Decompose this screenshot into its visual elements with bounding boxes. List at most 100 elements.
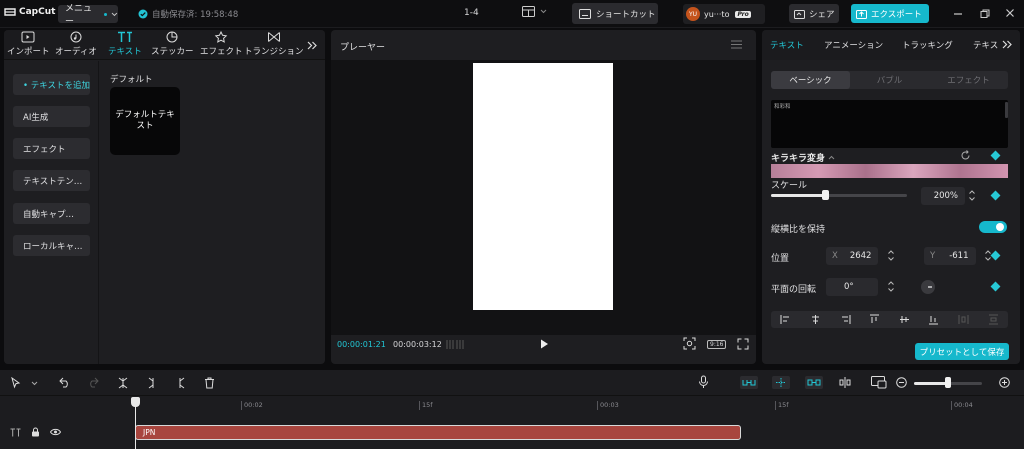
trash-icon[interactable] xyxy=(204,377,215,389)
rotation-dial-icon[interactable] xyxy=(920,279,936,295)
tab-effect[interactable]: エフェクト xyxy=(200,31,243,57)
tab-tracking[interactable]: トラッキング xyxy=(902,39,953,51)
user-account-button[interactable]: YU yu···to Pro xyxy=(683,4,765,24)
autosave-text: 自動保存済: 19:58:48 xyxy=(152,10,239,20)
side-ai-generate[interactable]: AI生成 xyxy=(13,106,90,127)
position-y-field[interactable]: Y -611 xyxy=(924,247,976,265)
eye-icon[interactable] xyxy=(50,428,61,436)
picture-in-picture-icon[interactable] xyxy=(871,376,887,389)
side-effects[interactable]: エフェクト xyxy=(13,138,90,159)
share-button[interactable]: シェア xyxy=(789,4,839,23)
keyframe-diamond-icon[interactable] xyxy=(990,281,1001,292)
zoom-out-icon[interactable] xyxy=(896,377,907,388)
align-bottom-icon[interactable] xyxy=(928,314,939,325)
aspect-ratio-badge[interactable]: 9:16 xyxy=(707,340,727,349)
redo-icon[interactable] xyxy=(87,377,99,388)
tab-effect-label: エフェクト xyxy=(200,47,243,57)
tab-audio[interactable]: オーディオ xyxy=(55,31,97,57)
keyframe-diamond-icon[interactable] xyxy=(990,250,1001,261)
property-tabs: テキスト アニメーション トラッキング テキス xyxy=(762,30,1020,60)
time-ruler[interactable] xyxy=(104,398,1024,413)
pro-badge: Pro xyxy=(735,10,751,18)
segment-bubble[interactable]: バブル xyxy=(850,71,929,89)
text-input-box[interactable]: 和彩和 xyxy=(771,100,1008,148)
distribute-h-icon[interactable] xyxy=(958,314,969,325)
segment-effect[interactable]: エフェクト xyxy=(929,71,1008,89)
auto-snap-icon[interactable] xyxy=(772,376,790,389)
reset-icon[interactable] xyxy=(960,150,971,161)
tab-text-label: テキスト xyxy=(108,47,142,57)
align-center-v-icon[interactable] xyxy=(899,314,910,325)
tab-sticker[interactable]: ステッカー xyxy=(151,31,194,57)
position-x-field[interactable]: X 2642 xyxy=(826,247,878,265)
video-canvas[interactable] xyxy=(473,63,613,310)
menu-button[interactable]: メニュー xyxy=(58,4,118,27)
side-local-captions[interactable]: ローカルキャ… xyxy=(13,235,90,256)
position-label: 位置 xyxy=(771,254,790,264)
zoom-in-icon[interactable] xyxy=(999,377,1010,388)
scale-slider-handle[interactable] xyxy=(822,190,830,200)
fullscreen-icon[interactable] xyxy=(737,338,749,350)
export-button[interactable]: エクスポート xyxy=(851,4,929,23)
chevron-up-icon[interactable] xyxy=(828,155,835,160)
side-add-text[interactable]: • テキストを追加 xyxy=(13,74,90,95)
tab-sticker-label: ステッカー xyxy=(151,47,194,57)
undo-icon[interactable] xyxy=(59,377,71,388)
keyframe-diamond-icon[interactable] xyxy=(990,150,1001,161)
save-preset-button[interactable]: プリセットとして保存 xyxy=(915,343,1009,360)
playhead-handle[interactable] xyxy=(131,397,140,407)
tab-import-label: インポート xyxy=(7,47,50,57)
tab-animation[interactable]: アニメーション xyxy=(824,39,883,51)
link-clips-icon[interactable] xyxy=(805,376,823,389)
align-top-icon[interactable] xyxy=(869,314,880,325)
microphone-icon[interactable] xyxy=(698,375,709,389)
align-center-h-icon[interactable] xyxy=(810,314,821,325)
align-left-icon[interactable] xyxy=(780,314,791,325)
stepper-icon[interactable] xyxy=(968,189,976,202)
text-clip[interactable]: JPN xyxy=(135,425,741,440)
side-text-templates[interactable]: テキストテン… xyxy=(13,170,90,191)
tab-import[interactable]: インポート xyxy=(7,31,50,57)
rotation-field[interactable]: 0° xyxy=(826,278,878,296)
tab-text[interactable]: テキスト xyxy=(108,31,142,57)
shortcut-label: ショートカット xyxy=(596,9,656,20)
lock-icon[interactable] xyxy=(31,427,40,437)
main-track-magnet-icon[interactable] xyxy=(740,376,758,389)
minimize-icon[interactable] xyxy=(953,8,963,18)
preview-axis-icon[interactable] xyxy=(838,376,852,389)
default-text-card[interactable]: デフォルトテキスト xyxy=(110,87,180,155)
more-tabs-icon[interactable] xyxy=(307,41,317,50)
autosave-status: 自動保存済: 19:58:48 xyxy=(138,8,238,20)
chevron-down-icon[interactable] xyxy=(31,381,38,386)
keyframe-diamond-icon[interactable] xyxy=(990,190,1001,201)
play-icon[interactable] xyxy=(538,338,550,350)
restore-icon[interactable] xyxy=(980,9,990,19)
screenshot-icon[interactable] xyxy=(683,337,696,350)
side-auto-captions[interactable]: 自動キャプ… xyxy=(13,203,90,224)
chevron-down-icon xyxy=(540,9,547,14)
delete-left-icon[interactable] xyxy=(146,377,158,389)
shortcut-button[interactable]: ショートカット xyxy=(572,3,658,24)
distribute-v-icon[interactable] xyxy=(988,314,999,325)
hamburger-menu-icon[interactable] xyxy=(731,40,742,49)
scale-value-field[interactable]: 200% xyxy=(921,187,965,205)
split-icon[interactable] xyxy=(117,377,129,389)
segment-basic[interactable]: ベーシック xyxy=(771,71,850,89)
zoom-slider-handle[interactable] xyxy=(945,377,951,388)
more-tabs-icon[interactable] xyxy=(1002,40,1012,49)
tab-text-more[interactable]: テキス xyxy=(973,39,998,51)
cursor-icon[interactable] xyxy=(11,377,21,389)
align-right-icon[interactable] xyxy=(840,314,851,325)
stepper-icon[interactable] xyxy=(887,249,895,262)
text-box-scrollbar[interactable] xyxy=(1005,102,1008,118)
export-label: エクスポート xyxy=(871,9,922,20)
stepper-icon[interactable] xyxy=(887,280,895,293)
tab-transition[interactable]: トランジション xyxy=(244,31,304,57)
delete-right-icon[interactable] xyxy=(175,377,187,389)
timecode-grid-icon[interactable] xyxy=(446,339,464,350)
aspect-ratio-toggle[interactable] xyxy=(979,221,1007,233)
layout-button[interactable] xyxy=(522,6,547,17)
tab-text-props[interactable]: テキスト xyxy=(770,39,804,51)
close-icon[interactable] xyxy=(1005,8,1015,18)
project-name[interactable]: 1-4 xyxy=(464,8,479,18)
